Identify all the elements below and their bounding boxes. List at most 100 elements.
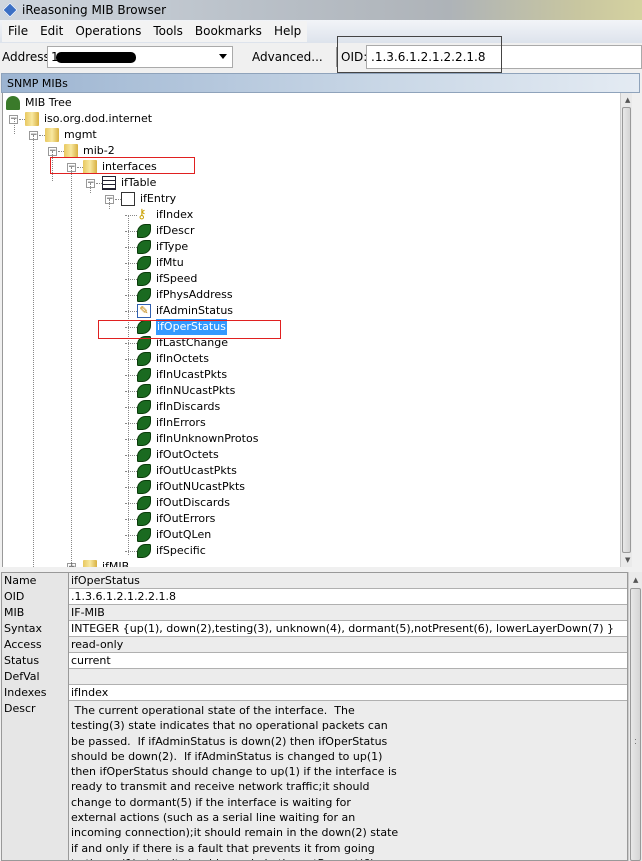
tree-node-ifindiscards[interactable]: ifInDiscards bbox=[3, 399, 613, 415]
menu-edit[interactable]: Edit bbox=[34, 21, 69, 42]
leaf-icon bbox=[137, 528, 151, 542]
address-toolbar: Address: 1 Advanced... OID: .1.3.6.1.2.1… bbox=[0, 43, 642, 71]
tree-guide-line bbox=[109, 199, 110, 209]
scroll-up-icon[interactable]: ▲ bbox=[625, 96, 630, 104]
tree-node-iflastchange[interactable]: ifLastChange bbox=[3, 335, 613, 351]
tree-guide-line bbox=[128, 215, 129, 555]
tree-node-ifadminstatus[interactable]: ✎ ifAdminStatus bbox=[3, 303, 613, 319]
property-row-descr[interactable]: Descr The current operational state of t… bbox=[2, 701, 627, 860]
tree-node-ifindex[interactable]: ⚷ ifIndex bbox=[3, 207, 613, 223]
tree-node-label: ifOutNUcastPkts bbox=[156, 480, 246, 493]
tree-guide-line bbox=[90, 183, 91, 193]
tree-node-ifoutoctets[interactable]: ifOutOctets bbox=[3, 447, 613, 463]
property-row-status[interactable]: Status current bbox=[2, 653, 627, 669]
tree-connector bbox=[125, 519, 137, 520]
tree-node-mgmt[interactable]: − mgmt bbox=[3, 127, 613, 143]
leaf-icon bbox=[137, 384, 151, 398]
menu-tools[interactable]: Tools bbox=[147, 21, 189, 42]
oid-annotation-box bbox=[337, 36, 502, 73]
tree-node-ifinunknownprotos[interactable]: ifInUnknownProtos bbox=[3, 431, 613, 447]
tree-connector bbox=[125, 503, 137, 504]
leaf-icon bbox=[137, 416, 151, 430]
tree-connector bbox=[125, 311, 137, 312]
tree-node-label: MIB Tree bbox=[25, 96, 72, 109]
tree-node-iftable[interactable]: − ifTable bbox=[3, 175, 613, 191]
tree-node-ifspecific[interactable]: ifSpecific bbox=[3, 543, 613, 559]
tree-connector bbox=[125, 231, 137, 232]
tree-connector bbox=[125, 359, 137, 360]
property-key: Name bbox=[2, 573, 69, 589]
tree-scrollbar[interactable]: ▲ ▼ bbox=[620, 93, 632, 567]
menu-bookmarks[interactable]: Bookmarks bbox=[189, 21, 268, 42]
properties-scrollbar[interactable]: ▲ bbox=[628, 572, 642, 861]
property-row-access[interactable]: Access read-only bbox=[2, 637, 627, 653]
tree-node-ifdescr[interactable]: ifDescr bbox=[3, 223, 613, 239]
tree-node-label: ifMIB bbox=[102, 560, 130, 567]
tree-icon bbox=[6, 96, 20, 110]
tree-node-ifoutdiscards[interactable]: ifOutDiscards bbox=[3, 495, 613, 511]
properties-scroll-thumb[interactable] bbox=[630, 588, 641, 861]
menu-help[interactable]: Help bbox=[268, 21, 307, 42]
property-row-indexes[interactable]: Indexes ifIndex bbox=[2, 685, 627, 701]
tree-node-label: ifPhysAddress bbox=[156, 288, 233, 301]
property-row-defval[interactable]: DefVal bbox=[2, 669, 627, 685]
folder-icon bbox=[83, 560, 97, 567]
property-value: read-only bbox=[71, 638, 124, 651]
entry-icon bbox=[121, 192, 135, 206]
tree-node-ifphysaddress[interactable]: ifPhysAddress bbox=[3, 287, 613, 303]
tree-node-ifoperstatus[interactable]: ifOperStatus bbox=[3, 319, 613, 335]
address-combobox[interactable]: 1 bbox=[47, 46, 233, 68]
tree-node-ifentry[interactable]: − ifEntry bbox=[3, 191, 613, 207]
leaf-icon bbox=[137, 352, 151, 366]
leaf-icon bbox=[137, 288, 151, 302]
scroll-up-icon[interactable]: ▲ bbox=[633, 576, 638, 584]
tree-node-ifoutqlen[interactable]: ifOutQLen bbox=[3, 527, 613, 543]
folder-icon bbox=[45, 128, 59, 142]
tree-node-ifmib[interactable]: + ifMIB bbox=[3, 559, 613, 567]
property-value: INTEGER {up(1), down(2),testing(3), unkn… bbox=[71, 622, 615, 635]
property-key: DefVal bbox=[2, 669, 69, 685]
tree-node-iftype[interactable]: ifType bbox=[3, 239, 613, 255]
tree-node-ifinnucastpkts[interactable]: ifInNUcastPkts bbox=[3, 383, 613, 399]
table-icon bbox=[102, 176, 116, 190]
folder-icon bbox=[25, 112, 39, 126]
property-row-syntax[interactable]: Syntax INTEGER {up(1), down(2),testing(3)… bbox=[2, 621, 627, 637]
tree-node-label: ifInDiscards bbox=[156, 400, 221, 413]
tree-node-ifspeed[interactable]: ifSpeed bbox=[3, 271, 613, 287]
chevron-down-icon[interactable] bbox=[219, 54, 227, 59]
tree-node-ifmtu[interactable]: ifMtu bbox=[3, 255, 613, 271]
menu-file[interactable]: File bbox=[2, 21, 34, 42]
advanced-button[interactable]: Advanced... bbox=[252, 50, 323, 64]
tree-connector bbox=[125, 487, 137, 488]
tree-node-label: ifMtu bbox=[156, 256, 184, 269]
scroll-down-icon[interactable]: ▼ bbox=[625, 556, 630, 564]
tree-connector bbox=[125, 375, 137, 376]
tree-node-label: ifAdminStatus bbox=[156, 304, 234, 317]
tree-node-label: ifType bbox=[156, 240, 189, 253]
app-icon bbox=[2, 2, 18, 18]
tree-node-iso-org-dod-internet[interactable]: − iso.org.dod.internet bbox=[3, 111, 613, 127]
menu-operations[interactable]: Operations bbox=[69, 21, 147, 42]
property-row-name[interactable]: Name ifOperStatus bbox=[2, 573, 627, 589]
property-key: OID bbox=[2, 589, 69, 605]
tree-node-ifinerrors[interactable]: ifInErrors bbox=[3, 415, 613, 431]
tree-connector bbox=[125, 295, 137, 296]
leaf-icon bbox=[137, 400, 151, 414]
tree-node-label: ifEntry bbox=[140, 192, 177, 205]
tree-node-ifouterrors[interactable]: ifOutErrors bbox=[3, 511, 613, 527]
tree-guide-line bbox=[14, 119, 15, 134]
tree-node-mib-tree[interactable]: MIB Tree bbox=[3, 95, 613, 111]
tree-connector bbox=[125, 551, 137, 552]
tree-node-label: ifOutUcastPkts bbox=[156, 464, 237, 477]
leaf-icon bbox=[137, 544, 151, 558]
tree-connector bbox=[125, 343, 137, 344]
tree-node-ifoutnucastpkts[interactable]: ifOutNUcastPkts bbox=[3, 479, 613, 495]
property-row-oid[interactable]: OID .1.3.6.1.2.1.2.2.1.8 bbox=[2, 589, 627, 605]
ifoperstatus-annotation-box bbox=[98, 320, 281, 339]
property-row-mib[interactable]: MIB IF-MIB bbox=[2, 605, 627, 621]
tree-node-ifinoctets[interactable]: ifInOctets bbox=[3, 351, 613, 367]
tree-node-ifoutucastpkts[interactable]: ifOutUcastPkts bbox=[3, 463, 613, 479]
tree-scroll-thumb[interactable] bbox=[622, 107, 631, 553]
tree-node-ifinucastpkts[interactable]: ifInUcastPkts bbox=[3, 367, 613, 383]
tree-connector bbox=[125, 455, 137, 456]
